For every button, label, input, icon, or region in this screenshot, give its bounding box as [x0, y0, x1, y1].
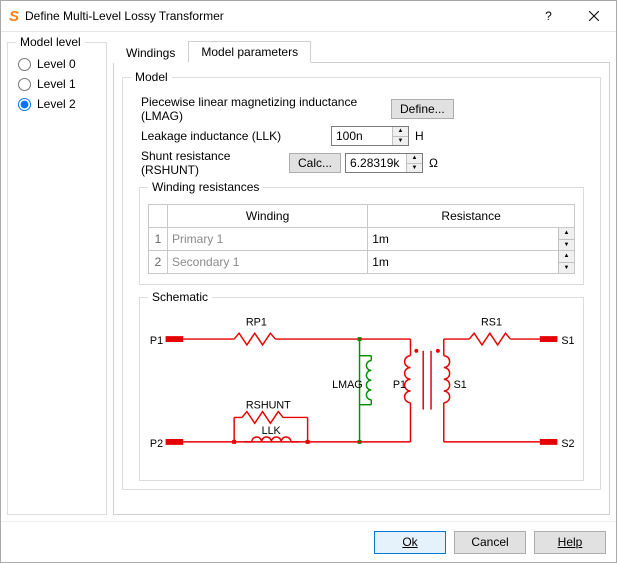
llk-label: Leakage inductance (LLK)	[131, 129, 331, 143]
svg-text:S1: S1	[454, 379, 467, 391]
spinner-up-icon[interactable]: ▲	[407, 154, 422, 164]
th-resistance: Resistance	[368, 205, 575, 228]
model-level-legend: Model level	[16, 35, 85, 49]
radio-level-1-label: Level 1	[37, 77, 76, 91]
radio-level-1[interactable]: Level 1	[18, 77, 98, 91]
svg-text:RP1: RP1	[246, 316, 267, 328]
row-rshunt: Shunt resistance (RSHUNT) Calc... ▲ ▼ Ω	[131, 149, 592, 177]
rshunt-spinner[interactable]: ▲ ▼	[406, 154, 422, 172]
svg-text:RS1: RS1	[481, 316, 502, 328]
help-footer-button[interactable]: Help	[534, 531, 606, 554]
spinner-down-icon[interactable]: ▼	[407, 164, 422, 173]
radio-level-2[interactable]: Level 2	[18, 97, 98, 111]
dialog-body: Model level Level 0 Level 1 Level 2 Wind…	[1, 32, 616, 521]
window-title: Define Multi-Level Lossy Transformer	[25, 9, 526, 23]
svg-text:S2: S2	[561, 438, 574, 450]
row-num: 2	[149, 251, 168, 274]
svg-text:P2: P2	[150, 438, 163, 450]
rshunt-unit: Ω	[429, 156, 438, 170]
spinner-down-icon[interactable]: ▼	[559, 240, 574, 251]
radio-level-0-label: Level 0	[37, 57, 76, 71]
spinner-down-icon[interactable]: ▼	[559, 263, 574, 274]
rshunt-calc-button[interactable]: Calc...	[289, 153, 341, 173]
titlebar: S Define Multi-Level Lossy Transformer ?	[1, 1, 616, 32]
schematic-legend: Schematic	[148, 290, 212, 304]
resistance-input[interactable]	[368, 228, 558, 250]
llk-spinner[interactable]: ▲ ▼	[392, 127, 408, 145]
rshunt-input-wrap: ▲ ▼	[345, 153, 423, 173]
rshunt-input[interactable]	[346, 154, 406, 172]
close-icon	[589, 11, 599, 21]
llk-input-wrap: ▲ ▼	[331, 126, 409, 146]
svg-text:LMAG: LMAG	[332, 379, 363, 391]
row-llk: Leakage inductance (LLK) ▲ ▼ H	[131, 126, 592, 146]
resistance-spinner[interactable]: ▲ ▼	[558, 251, 574, 273]
tab-windings[interactable]: Windings	[113, 42, 188, 63]
svg-text:LLK: LLK	[262, 425, 282, 437]
th-winding: Winding	[168, 205, 368, 228]
radio-level-0[interactable]: Level 0	[18, 57, 98, 71]
close-button[interactable]	[571, 1, 616, 31]
help-button[interactable]: ?	[526, 1, 571, 31]
model-group-legend: Model	[131, 70, 172, 84]
model-group: Model Piecewise linear magnetizing induc…	[122, 77, 601, 490]
spinner-down-icon[interactable]: ▼	[393, 137, 408, 146]
ok-button[interactable]: Ok	[374, 531, 446, 554]
tab-content-model-parameters: Model Piecewise linear magnetizing induc…	[113, 63, 610, 515]
radio-level-1-input[interactable]	[18, 78, 31, 91]
resistance-spinner[interactable]: ▲ ▼	[558, 228, 574, 250]
app-icon: S	[9, 8, 19, 25]
tabs-bar: Windings Model parameters	[113, 40, 610, 63]
winding-resistances-legend: Winding resistances	[148, 180, 263, 194]
row-resistance-cell: ▲ ▼	[368, 228, 575, 251]
spinner-up-icon[interactable]: ▲	[393, 127, 408, 137]
radio-level-0-input[interactable]	[18, 58, 31, 71]
row-lmag: Piecewise linear magnetizing inductance …	[131, 95, 592, 123]
schematic-svg: P1 P2 S1 S2	[146, 310, 577, 470]
radio-level-2-input[interactable]	[18, 98, 31, 111]
row-resistance-cell: ▲ ▼	[368, 251, 575, 274]
llk-input[interactable]	[332, 127, 392, 145]
resistance-input[interactable]	[368, 251, 558, 273]
table-row: 1 Primary 1 ▲ ▼	[149, 228, 575, 251]
svg-text:RSHUNT: RSHUNT	[246, 400, 291, 412]
cancel-button[interactable]: Cancel	[454, 531, 526, 554]
right-column: Windings Model parameters Model Piecewis…	[113, 36, 610, 515]
svg-text:P1: P1	[150, 335, 163, 347]
row-num: 1	[149, 228, 168, 251]
winding-resistances-table: Winding Resistance 1 Primary 1	[148, 204, 575, 274]
rshunt-label: Shunt resistance (RSHUNT)	[131, 149, 289, 177]
table-header-row: Winding Resistance	[149, 205, 575, 228]
svg-text:P1: P1	[393, 379, 406, 391]
model-level-group: Model level Level 0 Level 1 Level 2	[7, 42, 107, 515]
spinner-up-icon[interactable]: ▲	[559, 228, 574, 240]
table-row: 2 Secondary 1 ▲ ▼	[149, 251, 575, 274]
spinner-up-icon[interactable]: ▲	[559, 251, 574, 263]
dialog-footer: Ok Cancel Help	[1, 521, 616, 562]
schematic-canvas: P1 P2 S1 S2	[146, 310, 577, 470]
th-blank	[149, 205, 168, 228]
dialog-window: S Define Multi-Level Lossy Transformer ?…	[0, 0, 617, 563]
lmag-label: Piecewise linear magnetizing inductance …	[131, 95, 391, 123]
svg-text:S1: S1	[561, 335, 574, 347]
schematic-group: Schematic P1 P2 S1 S2	[139, 297, 584, 481]
tab-model-parameters[interactable]: Model parameters	[188, 41, 311, 63]
row-winding-name: Secondary 1	[168, 251, 368, 274]
lmag-define-button[interactable]: Define...	[391, 99, 454, 119]
winding-resistances-group: Winding resistances Winding Resistance 1…	[139, 187, 584, 285]
row-winding-name: Primary 1	[168, 228, 368, 251]
radio-level-2-label: Level 2	[37, 97, 76, 111]
llk-unit: H	[415, 129, 424, 143]
